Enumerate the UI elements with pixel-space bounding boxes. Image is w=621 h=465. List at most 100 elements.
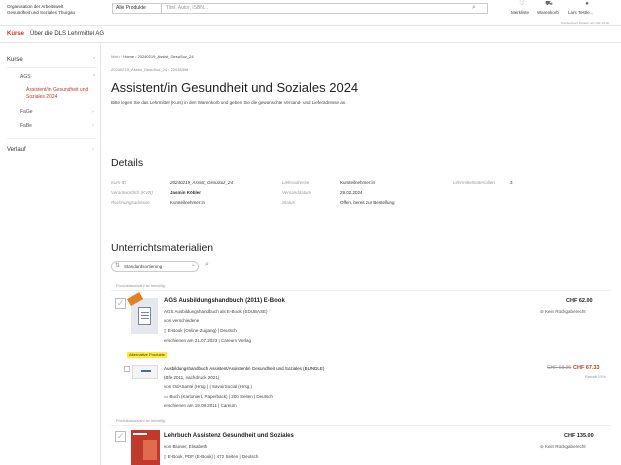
book-icon: ▭	[164, 394, 169, 399]
sidebar-item-fabe[interactable]: FaBe	[20, 123, 32, 129]
detail-value: Kursteilnehmer:in	[340, 180, 376, 185]
breadcrumb-separator: ›	[135, 54, 137, 59]
org-line-2: Gesundheit und Soziales Thurgau	[7, 10, 75, 15]
breadcrumb-home[interactable]: Home	[123, 54, 134, 59]
warenkorb-link[interactable]: Warenkorb	[537, 10, 559, 15]
no-return-note: ⊘ Kein Rückgaberecht	[540, 309, 586, 315]
product-type-select[interactable]: Alle Produkte	[112, 3, 162, 14]
sidebar-item-fage[interactable]: FaGe	[20, 109, 33, 115]
search-icon[interactable]: ⌕	[472, 4, 480, 12]
intro-text: Bitte legen Sie das Lehrmittel (Kurs) in…	[111, 100, 347, 105]
sidebar-item-kurse[interactable]: Kurse	[7, 57, 23, 63]
sort-select[interactable]: Standardsortierung	[111, 261, 199, 272]
no-return-icon: ⊘	[540, 444, 544, 449]
book-cover-image[interactable]	[132, 365, 158, 379]
ebook-badge	[127, 292, 144, 306]
product-title[interactable]: Lehrbuch Assistenz Gesundheit und Sozial…	[164, 433, 294, 439]
selection-note: Produktauswahl ist freiwillig.	[116, 418, 167, 423]
divider	[111, 290, 611, 291]
detail-value: 29.02.2024	[340, 190, 363, 195]
product-subtitle: (Bfe 2011, nachdruck 2021)	[164, 375, 220, 380]
product-published: erschienen am 21.07.2023 | Careum Verlag	[164, 338, 251, 343]
breadcrumb-separator: ›	[120, 54, 123, 59]
detail-key: Verantwortlich (KVR)	[111, 190, 153, 195]
product-format: ▯ E-Book (Online-Zugang) | Deutsch	[164, 328, 237, 334]
sidebar-item-ags[interactable]: AGS	[20, 74, 31, 80]
product-checkbox[interactable]: ✓	[115, 431, 126, 442]
chevron-right-icon[interactable]: ›	[92, 147, 94, 153]
book-cover-mark	[141, 370, 151, 372]
no-return-text: Kein Rückgaberecht	[545, 444, 586, 449]
discounted-price: CHF 67.33	[573, 365, 600, 371]
nav-about[interactable]: Über die DLS Lehrmittel AG	[30, 31, 104, 37]
book-cover-image[interactable]	[131, 430, 160, 465]
sidebar-item-verlauf[interactable]: Verlauf	[7, 147, 26, 153]
detail-value: 3	[510, 180, 513, 185]
tablet-icon: ▯	[164, 454, 167, 459]
detail-key: Versanddatum	[282, 190, 312, 195]
tablet-icon: ▯	[164, 328, 167, 333]
search-input[interactable]: Titel, Autor, ISBN...	[162, 3, 488, 14]
product-format: ▯ E-Book, PDF (E-Book) | 472 Seiten | De…	[164, 454, 258, 460]
cart-icon[interactable]: ⛟	[545, 1, 553, 8]
original-price: CHF 68.95	[547, 365, 572, 371]
product-format: ▭ Buch (Kartoniert, Paperback) | 200 Sei…	[164, 394, 273, 400]
detail-value: Offen, bereit zur Bestellung	[340, 200, 395, 205]
nav-kurse[interactable]: Kurse	[7, 31, 24, 37]
product-author: von OdASanté (Hrsg.) | SavoirSocial (Hrs…	[164, 384, 252, 389]
details-heading: Details	[111, 157, 144, 169]
detail-key: Kurs-ID	[111, 180, 127, 185]
detail-value: Kursteilnehmer:in	[170, 200, 206, 205]
product-author: von Blunier, Elisabeth	[164, 444, 208, 449]
materials-heading: Unterrichtsmaterialien	[111, 242, 214, 254]
sidebar-item-active-course[interactable]: Assistent/in Gesundheit und Soziales 202…	[26, 87, 96, 101]
product-format-text: E-Book (Online-Zugang) | Deutsch	[167, 328, 237, 333]
no-return-text: Kein Rückgaberecht	[545, 309, 586, 314]
breadcrumb-root[interactable]: Mein	[111, 54, 120, 59]
divider	[111, 425, 611, 426]
organisation-logo-text[interactable]: Organisation der Arbeitswelt Gesundheit …	[7, 4, 107, 16]
product-checkbox[interactable]: ✓	[115, 298, 126, 309]
user-account-link[interactable]: Lars Testle...	[568, 10, 593, 15]
chevron-down-icon[interactable]: ⌄	[191, 262, 195, 268]
breadcrumb-current: 20240219_Assist_GesuSoz_24	[137, 54, 194, 59]
product-format-text: E-Book, PDF (E-Book) | 472 Seiten | Deut…	[167, 454, 259, 459]
product-author: von verschiedene	[164, 318, 200, 323]
detail-key: Lieferadresse	[282, 180, 310, 185]
page-title: Assistent/in Gesundheit und Soziales 202…	[111, 80, 359, 95]
detail-key: Rechnungsadresse	[111, 200, 150, 205]
chevron-up-icon[interactable]: ⌃	[92, 74, 96, 80]
detail-key: Lehrmittelmaterialien	[453, 180, 495, 185]
detail-value: 20240219_Assist_GesuSoz_24	[170, 180, 234, 185]
chevron-up-icon[interactable]: ⌃	[92, 57, 96, 63]
top-header: Organisation der Arbeitswelt Gesundheit …	[0, 0, 621, 26]
heart-icon[interactable]: ♡	[518, 1, 526, 8]
selection-note: Produktauswahl ist freiwillig.	[116, 283, 167, 288]
product-price: CHF 135.00	[564, 433, 594, 439]
user-icon[interactable]: ●	[583, 1, 591, 8]
product-format-text: Buch (Kartoniert, Paperback) | 200 Seite…	[169, 394, 273, 399]
product-title[interactable]: Ausbildungshandbuch Assistent/Assistenti…	[164, 366, 324, 371]
no-return-note: ⊘ Kein Rückgaberecht	[540, 444, 586, 450]
merkliste-link[interactable]: Merkliste	[511, 10, 529, 15]
book-cover-photo	[143, 440, 157, 460]
chevron-right-icon[interactable]: ›	[92, 123, 94, 129]
discount-badge: Rabatt 15%	[585, 374, 606, 379]
alternative-products-label: Alternative Produkte	[127, 352, 168, 358]
sidebar: Kurse ⌃ AGS ⌃ Assistent/in Gesundheit un…	[0, 43, 101, 465]
product-published: erschienen am 19.08.2011 | Careum	[164, 403, 237, 408]
detail-value: Jasmin Köbler	[170, 190, 202, 195]
search-icon[interactable]: ⌕	[205, 261, 209, 269]
course-sub-id: 20240219_Assist_GesuSoz_24 › 22035398	[111, 67, 189, 72]
detail-key: Status	[282, 200, 295, 205]
breadcrumb: Mein › Home › 20240219_Assist_GesuSoz_24	[111, 54, 194, 59]
tablet-icon	[138, 307, 151, 325]
ebook-cover-image[interactable]	[127, 292, 158, 334]
product-checkbox[interactable]	[124, 366, 130, 372]
product-subtitle: AGS Ausbildungshandbuch als E-Book (EDUB…	[164, 309, 268, 314]
product-title[interactable]: AGS Ausbildungshandbuch (2011) E-Book	[164, 298, 285, 304]
divider	[7, 67, 97, 68]
chevron-right-icon[interactable]: ›	[92, 109, 94, 115]
divider	[7, 138, 97, 139]
main-nav: Kurse Über die DLS Lehrmittel AG	[0, 26, 621, 43]
